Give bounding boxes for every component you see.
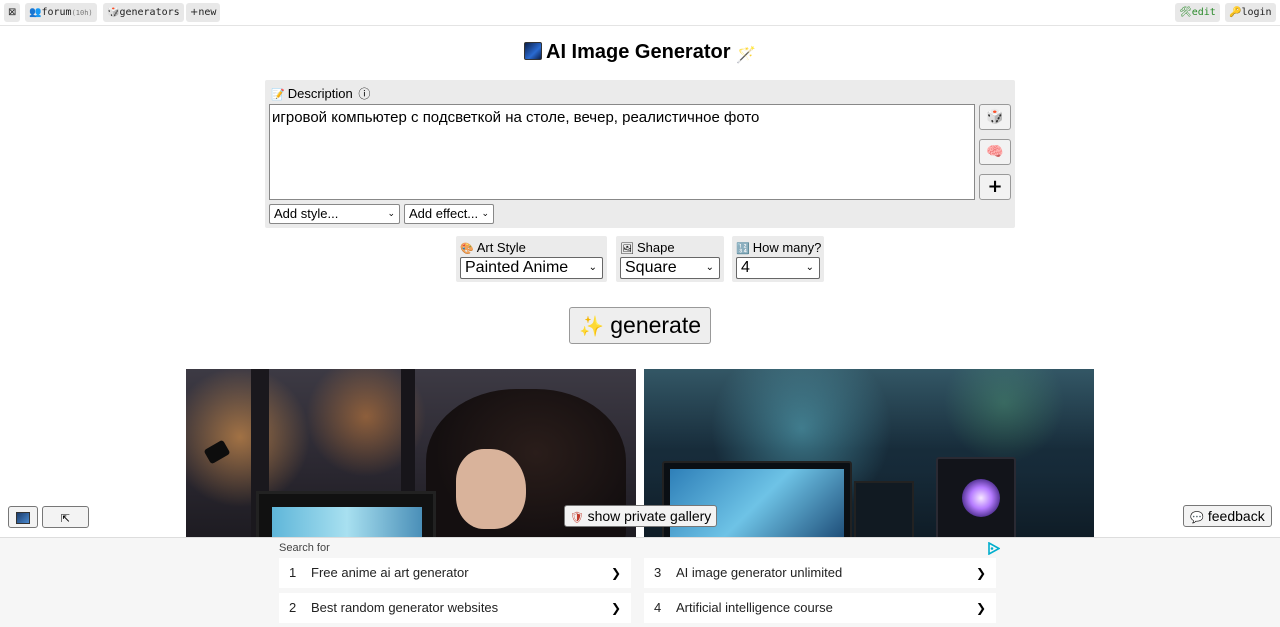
art-style-select[interactable]: Painted Anime ⌄	[460, 257, 603, 279]
feedback-label: feedback	[1207, 508, 1265, 524]
numbers-icon: 🔢	[736, 242, 750, 255]
art-style-label: 🎨 Art Style	[460, 240, 526, 256]
ad-item-text: AI image generator unlimited	[676, 565, 843, 580]
second-monitor	[854, 481, 914, 539]
shape-group: 🖼 Shape Square ⌄	[616, 236, 724, 282]
dice-icon: 🎲	[107, 7, 120, 18]
forum-label: forum	[41, 7, 72, 18]
ad-item-text: Best random generator websites	[311, 600, 499, 615]
private-gallery-label: show private gallery	[587, 508, 712, 524]
generators-button[interactable]: 🎲generators	[103, 3, 184, 22]
shape-select[interactable]: Square ⌄	[620, 257, 720, 279]
magic-wand-icon: 🪄	[736, 45, 756, 64]
art-style-group: 🎨 Art Style Painted Anime ⌄	[456, 236, 607, 282]
ad-item-text: Free anime ai art generator	[311, 565, 469, 580]
generate-label: generate	[610, 312, 702, 338]
forum-badge: (10h)	[71, 9, 93, 17]
plus-icon: +	[987, 176, 1003, 197]
page-title-text: AI Image Generator	[546, 41, 731, 63]
tools-icon: 🛠	[1179, 7, 1192, 18]
collapse-icon: ⇱	[60, 512, 71, 525]
chevron-down-icon: ⌄	[705, 262, 714, 273]
new-button[interactable]: +new	[186, 3, 221, 22]
description-input[interactable]: игровой компьютер с подсветкой на столе,…	[269, 104, 975, 200]
search-for-label: Search for	[279, 542, 330, 554]
ad-item-number: 3	[654, 565, 662, 580]
ad-choices-icon[interactable]	[987, 542, 1000, 555]
new-label: new	[198, 7, 217, 18]
description-panel: 📝 Description ⓘ игровой компьютер с подсв…	[265, 80, 1015, 228]
ad-item-number: 2	[289, 600, 297, 615]
ad-item[interactable]: 3 AI image generator unlimited ❯	[644, 558, 996, 588]
chevron-right-icon: ❯	[610, 601, 621, 615]
ad-item-text: Artificial intelligence course	[676, 600, 833, 615]
chevron-down-icon: ⌄	[481, 209, 489, 219]
shape-label: 🖼 Shape	[620, 240, 675, 256]
monitor-screen	[272, 507, 422, 539]
speech-bubble-icon: 💬	[1190, 511, 1204, 524]
rgb-fan	[962, 479, 1000, 517]
private-gallery-button[interactable]: 🛡 show private gallery	[564, 505, 717, 527]
microphone	[203, 439, 231, 465]
edit-label: edit	[1191, 7, 1216, 18]
close-button[interactable]: ⊠	[4, 3, 21, 22]
count-label: 🔢 How many?	[736, 240, 822, 256]
ad-item[interactable]: 1 Free anime ai art generator ❯	[279, 558, 631, 588]
ad-search-bar: Search for 1 Free anime ai art generator…	[0, 537, 1280, 627]
chevron-down-icon: ⌄	[387, 209, 395, 219]
monitor-screen	[670, 469, 844, 539]
count-value: 4	[741, 259, 750, 276]
people-icon: 👥	[29, 7, 42, 18]
random-prompt-button[interactable]: 🎲	[979, 104, 1011, 130]
ad-item-number: 1	[289, 565, 297, 580]
feedback-button[interactable]: 💬 feedback	[1183, 505, 1272, 527]
add-effect-select[interactable]: Add effect... ⌄	[404, 204, 494, 224]
sparkles-icon: ✨	[578, 314, 604, 338]
brain-button[interactable]: 🧠	[979, 139, 1011, 165]
shield-icon: 🛡	[569, 511, 584, 524]
image-icon	[16, 512, 30, 524]
page-title: AI Image Generator 🪄	[0, 38, 1280, 69]
key-icon: 🔑	[1229, 7, 1242, 18]
dice-icon: 🎲	[986, 109, 1004, 125]
chevron-right-icon: ❯	[610, 566, 621, 580]
close-icon: ⊠	[8, 7, 17, 18]
chevron-right-icon: ❯	[975, 566, 986, 580]
count-group: 🔢 How many? 4 ⌄	[732, 236, 824, 282]
ad-item[interactable]: 2 Best random generator websites ❯	[279, 593, 631, 623]
character-face	[456, 449, 526, 529]
edit-button[interactable]: 🛠edit	[1175, 3, 1220, 22]
brain-icon: 🧠	[986, 144, 1004, 160]
add-style-select[interactable]: Add style... ⌄	[269, 204, 400, 224]
window	[644, 369, 1094, 449]
add-effect-value: Add effect...	[409, 206, 479, 221]
art-style-value: Painted Anime	[465, 259, 569, 276]
generators-label: generators	[119, 7, 180, 18]
top-bar: ⊠ 👥forum(10h) 🎲generators +new 🛠edit 🔑lo…	[0, 0, 1280, 26]
picture-icon: 🖼	[620, 242, 634, 255]
info-icon[interactable]: ⓘ	[358, 87, 370, 101]
add-style-value: Add style...	[274, 206, 339, 221]
memo-icon: 📝	[271, 88, 285, 101]
login-button[interactable]: 🔑login	[1225, 3, 1276, 22]
collapse-button[interactable]: ⇱	[42, 506, 89, 528]
forum-button[interactable]: 👥forum(10h)	[25, 3, 97, 22]
palette-icon: 🎨	[460, 242, 474, 255]
chevron-right-icon: ❯	[975, 601, 986, 615]
chevron-down-icon: ⌄	[805, 262, 814, 273]
ad-item[interactable]: 4 Artificial intelligence course ❯	[644, 593, 996, 623]
generate-button[interactable]: ✨ generate	[569, 307, 711, 344]
thumbnail-button[interactable]	[8, 506, 38, 528]
description-label-text: Description	[287, 86, 353, 101]
login-label: login	[1241, 7, 1272, 18]
logo-icon	[524, 42, 542, 60]
add-button[interactable]: +	[979, 174, 1011, 200]
ad-item-number: 4	[654, 600, 662, 615]
chevron-down-icon: ⌄	[588, 262, 597, 273]
shape-value: Square	[625, 259, 677, 276]
description-label: 📝 Description ⓘ	[271, 86, 370, 103]
count-select[interactable]: 4 ⌄	[736, 257, 820, 279]
